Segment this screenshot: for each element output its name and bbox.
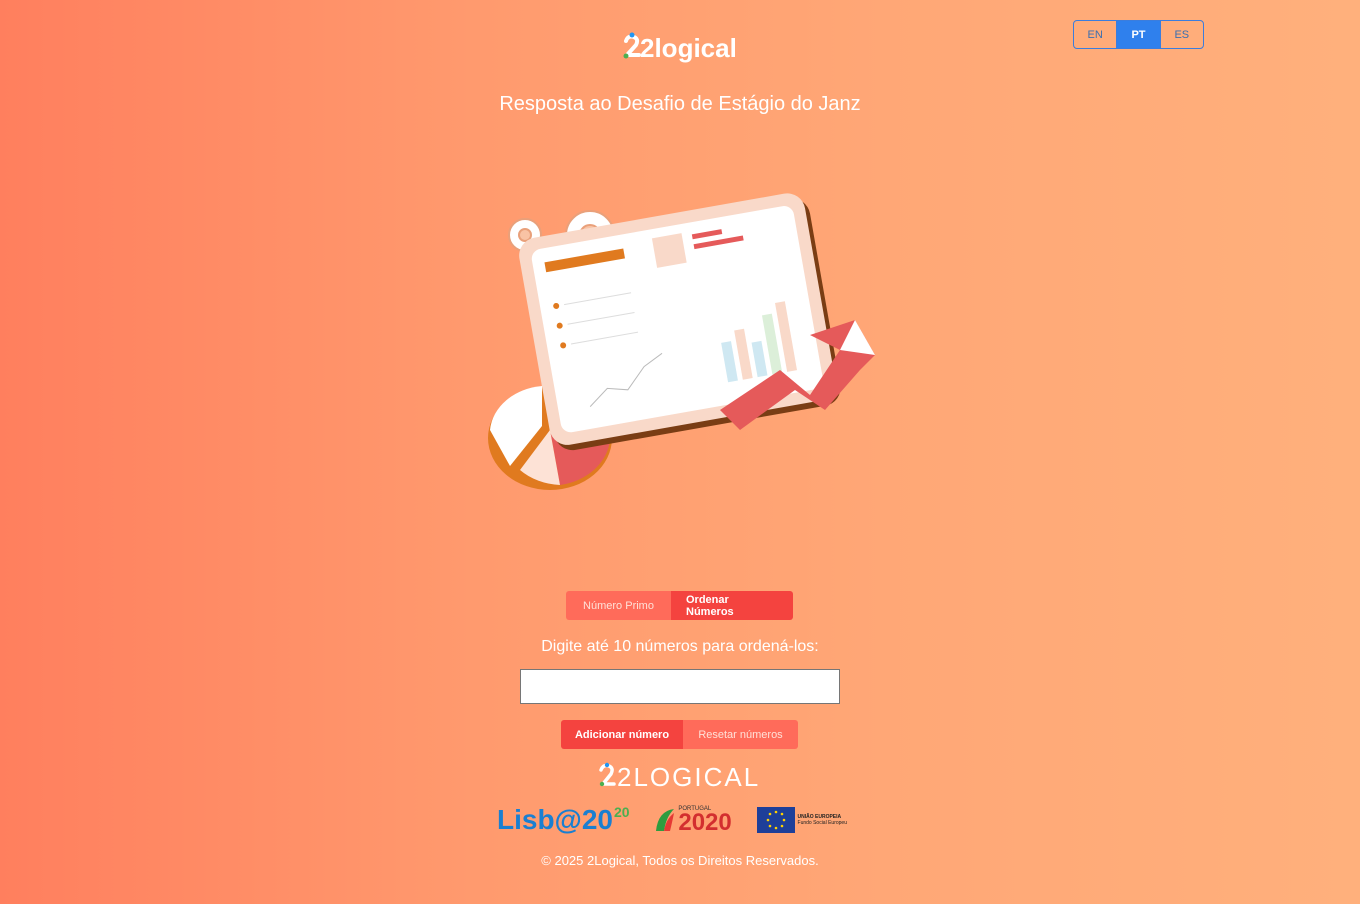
brand-logo: 2logical [600, 24, 760, 74]
portugal-flag-icon [656, 809, 675, 831]
portugal-2020-logo: PORTUGAL 2020 [654, 806, 732, 835]
lang-es-button[interactable]: ES [1161, 21, 1203, 48]
lang-pt-button[interactable]: PT [1117, 21, 1161, 48]
tablet-graphic [519, 193, 841, 451]
footer-logo: 2LOGICAL [597, 760, 767, 794]
tab-prime-number[interactable]: Número Primo [566, 591, 671, 620]
logo-text: 2logical [640, 33, 737, 63]
action-buttons: Adicionar número Resetar números [561, 720, 798, 749]
dashboard-illustration [480, 180, 880, 500]
lang-en-button[interactable]: EN [1074, 21, 1118, 48]
mode-tabs: Número Primo Ordenar Números [566, 591, 793, 620]
tab-sort-numbers[interactable]: Ordenar Números [671, 591, 793, 620]
logo-mark: 2logical [623, 32, 737, 63]
reset-numbers-button[interactable]: Resetar números [683, 720, 798, 749]
eu-logo: UNIÃO EUROPEIA Fundo Social Europeu [756, 807, 847, 833]
footer-logo-text: 2LOGICAL [617, 762, 760, 792]
lisboa-2020-logo: Lisb@20 20 [497, 804, 630, 835]
eu-flag-icon [756, 807, 795, 833]
number-input[interactable] [520, 669, 840, 704]
add-number-button[interactable]: Adicionar número [561, 720, 683, 749]
sort-prompt: Digite até 10 números para ordená-los: [541, 638, 819, 655]
page-subtitle: Resposta ao Desafio de Estágio do Janz [499, 93, 861, 115]
language-switch: EN PT ES [1073, 20, 1204, 49]
partner-logos: Lisb@20 20 PORTUGAL 2020 UNIÃO EUROPEIA … [497, 800, 847, 840]
copyright-text: © 2025 2Logical, Todos os Direitos Reser… [541, 853, 819, 868]
